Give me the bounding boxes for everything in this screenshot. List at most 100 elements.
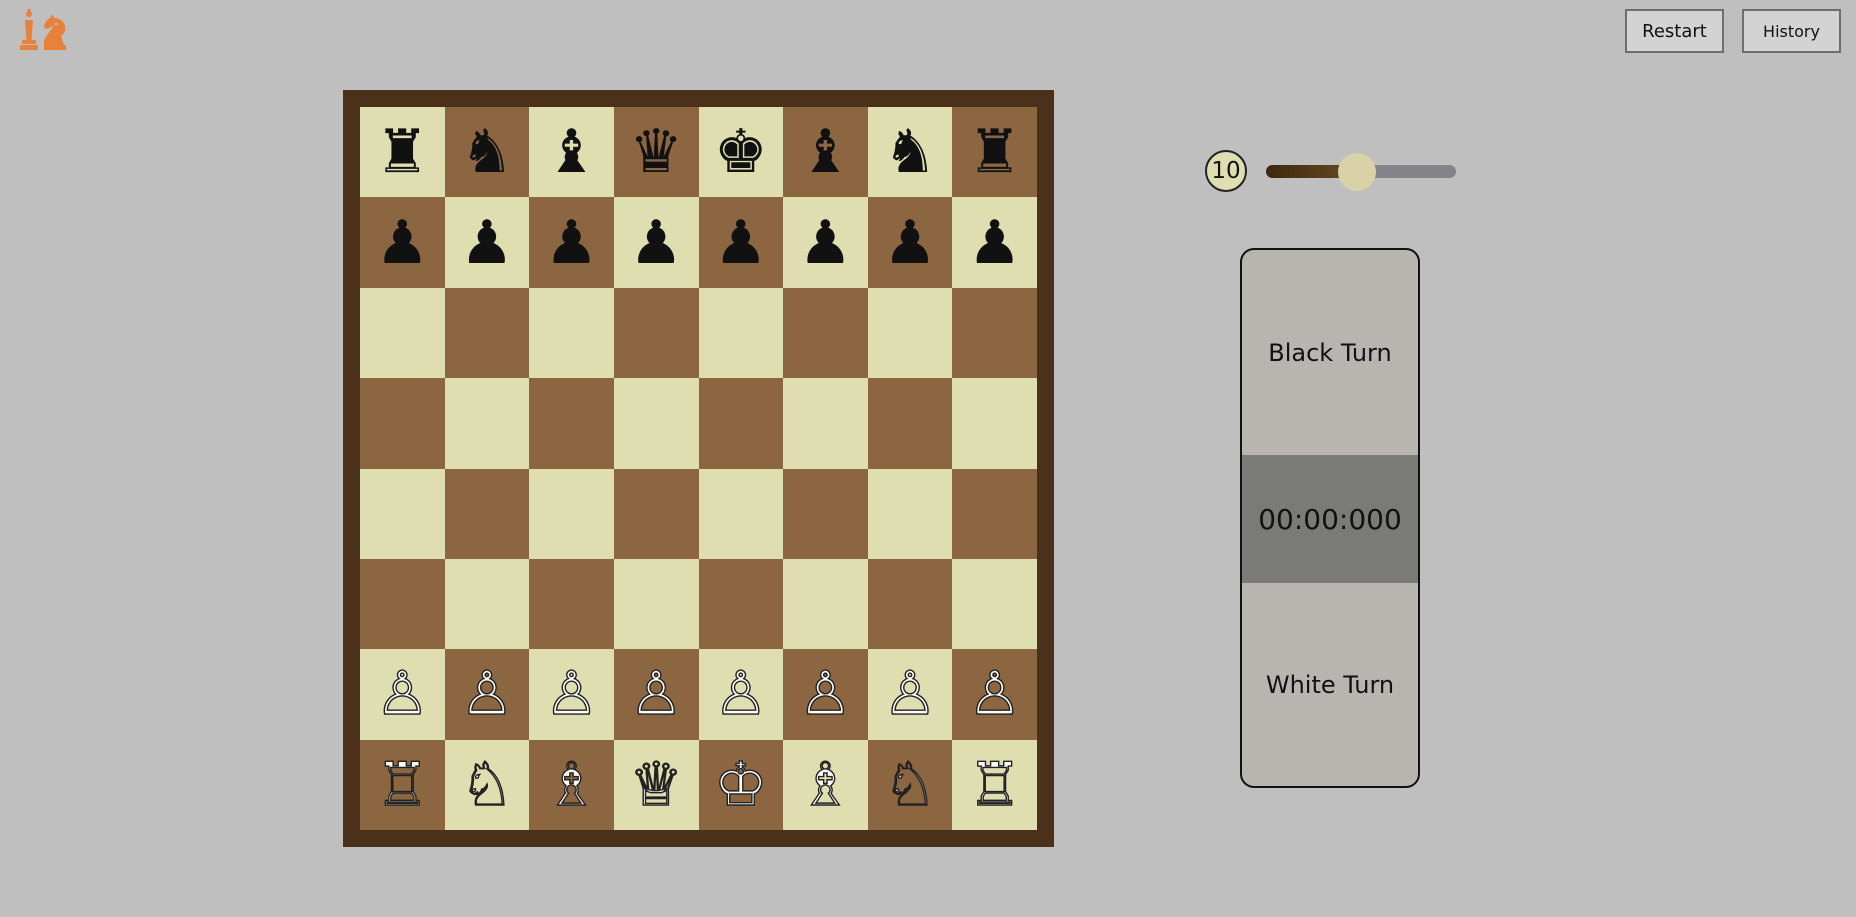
white-pawn-piece[interactable]: ♙ [967, 664, 1022, 725]
board-square[interactable] [529, 558, 614, 650]
black-pawn-piece[interactable]: ♟ [629, 213, 683, 273]
board-square[interactable] [783, 468, 868, 559]
white-queen-piece[interactable]: ♕ [629, 754, 684, 815]
board-square[interactable]: ♖ [360, 739, 445, 830]
board-square[interactable]: ♙ [952, 649, 1037, 740]
board-square[interactable]: ♟ [867, 197, 953, 288]
white-pawn-piece[interactable]: ♙ [375, 664, 430, 725]
white-rook-piece[interactable]: ♖ [967, 754, 1022, 815]
board-square[interactable] [444, 378, 530, 469]
white-pawn-piece[interactable]: ♙ [713, 664, 768, 725]
board-square[interactable]: ♖ [952, 739, 1037, 830]
black-bishop-piece[interactable]: ♝ [545, 122, 599, 182]
board-square[interactable] [444, 558, 530, 650]
board-square[interactable]: ♟ [613, 197, 699, 288]
black-pawn-piece[interactable]: ♟ [968, 213, 1022, 273]
board-square[interactable] [360, 287, 445, 379]
board-square[interactable]: ♘ [867, 739, 953, 830]
board-square[interactable]: ♜ [360, 107, 445, 198]
board-square[interactable] [783, 378, 868, 469]
black-knight-piece[interactable]: ♞ [460, 122, 514, 182]
board-square[interactable] [529, 287, 614, 379]
board-square[interactable]: ♝ [529, 107, 614, 198]
board-square[interactable]: ♗ [529, 739, 614, 830]
board-square[interactable]: ♟ [444, 197, 530, 288]
board-square[interactable]: ♞ [867, 107, 953, 198]
board-square[interactable] [529, 378, 614, 469]
board-square[interactable]: ♕ [613, 739, 699, 830]
board-square[interactable]: ♙ [783, 649, 868, 740]
white-pawn-piece[interactable]: ♙ [798, 664, 853, 725]
board-square[interactable]: ♚ [698, 107, 784, 198]
board-square[interactable] [360, 468, 445, 559]
board-square[interactable]: ♜ [952, 107, 1037, 198]
board-square[interactable] [613, 287, 699, 379]
board-square[interactable]: ♟ [952, 197, 1037, 288]
black-pawn-piece[interactable]: ♟ [799, 213, 853, 273]
white-bishop-piece[interactable]: ♗ [798, 754, 853, 815]
restart-button[interactable]: Restart [1625, 9, 1724, 53]
black-rook-piece[interactable]: ♜ [375, 122, 429, 182]
black-pawn-piece[interactable]: ♟ [460, 213, 514, 273]
board-square[interactable]: ♔ [698, 739, 784, 830]
board-square[interactable]: ♟ [529, 197, 614, 288]
board-square[interactable]: ♟ [783, 197, 868, 288]
black-rook-piece[interactable]: ♜ [968, 122, 1022, 182]
board-square[interactable] [783, 558, 868, 650]
black-pawn-piece[interactable]: ♟ [545, 213, 599, 273]
board-square[interactable]: ♟ [360, 197, 445, 288]
board-square[interactable] [952, 378, 1037, 469]
white-bishop-piece[interactable]: ♗ [544, 754, 599, 815]
board-square[interactable] [360, 558, 445, 650]
board-square[interactable] [613, 558, 699, 650]
black-king-piece[interactable]: ♚ [714, 122, 768, 182]
board-square[interactable] [360, 378, 445, 469]
board-square[interactable]: ♘ [444, 739, 530, 830]
white-pawn-piece[interactable]: ♙ [629, 664, 684, 725]
board-square[interactable]: ♙ [698, 649, 784, 740]
board-square[interactable] [952, 558, 1037, 650]
board-square[interactable]: ♞ [444, 107, 530, 198]
board-square[interactable] [867, 378, 953, 469]
white-knight-piece[interactable]: ♘ [882, 754, 937, 815]
board-square[interactable]: ♝ [783, 107, 868, 198]
board-square[interactable]: ♟ [698, 197, 784, 288]
white-rook-piece[interactable]: ♖ [375, 754, 430, 815]
white-king-piece[interactable]: ♔ [713, 754, 768, 815]
board-square[interactable] [867, 287, 953, 379]
white-pawn-piece[interactable]: ♙ [544, 664, 599, 725]
board-square[interactable] [444, 468, 530, 559]
black-knight-piece[interactable]: ♞ [883, 122, 937, 182]
board-square[interactable] [698, 558, 784, 650]
white-knight-piece[interactable]: ♘ [459, 754, 514, 815]
board-square[interactable] [698, 468, 784, 559]
black-pawn-piece[interactable]: ♟ [714, 213, 768, 273]
board-square[interactable] [698, 378, 784, 469]
board-square[interactable] [952, 468, 1037, 559]
white-pawn-piece[interactable]: ♙ [882, 664, 937, 725]
board-square[interactable]: ♙ [444, 649, 530, 740]
board-square[interactable]: ♙ [529, 649, 614, 740]
difficulty-slider[interactable] [1266, 153, 1456, 191]
board-square[interactable]: ♗ [783, 739, 868, 830]
board-square[interactable] [783, 287, 868, 379]
board-square[interactable] [613, 378, 699, 469]
black-queen-piece[interactable]: ♛ [629, 122, 683, 182]
history-button[interactable]: History [1742, 9, 1841, 53]
black-pawn-piece[interactable]: ♟ [375, 213, 429, 273]
board-square[interactable]: ♙ [867, 649, 953, 740]
board-square[interactable]: ♙ [613, 649, 699, 740]
board-square[interactable]: ♛ [613, 107, 699, 198]
black-bishop-piece[interactable]: ♝ [799, 122, 853, 182]
board-square[interactable] [529, 468, 614, 559]
board-square[interactable] [613, 468, 699, 559]
board-square[interactable] [698, 287, 784, 379]
board-square[interactable] [444, 287, 530, 379]
board-square[interactable]: ♙ [360, 649, 445, 740]
board-square[interactable] [867, 558, 953, 650]
board-square[interactable] [952, 287, 1037, 379]
white-pawn-piece[interactable]: ♙ [459, 664, 514, 725]
board-square[interactable] [867, 468, 953, 559]
black-pawn-piece[interactable]: ♟ [883, 213, 937, 273]
slider-thumb[interactable] [1338, 153, 1377, 191]
